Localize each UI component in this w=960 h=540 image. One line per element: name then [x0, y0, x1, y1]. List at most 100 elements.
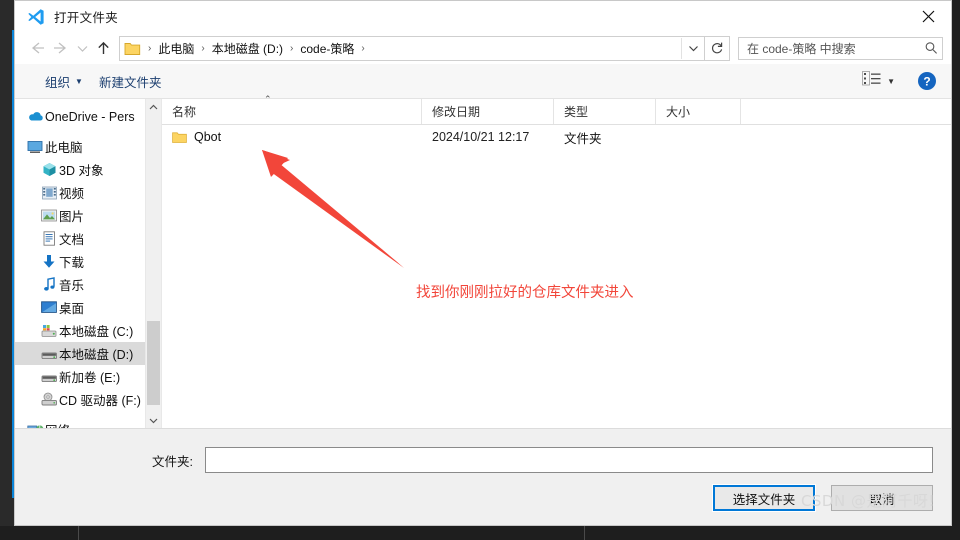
close-button[interactable] [905, 1, 951, 32]
help-icon[interactable]: ? [917, 71, 937, 91]
refresh-icon[interactable] [705, 35, 730, 61]
table-row[interactable]: Qbot 2024/10/21 12:17 文件夹 [162, 125, 951, 149]
sidebar-item-documents[interactable]: 文档 [15, 227, 161, 250]
cancel-button[interactable]: 取消 [831, 485, 933, 511]
organize-menu-button[interactable]: 组织 ▼ [37, 68, 91, 95]
file-name-text: Qbot [194, 130, 222, 144]
sidebar-item-network[interactable]: 网络 [15, 418, 161, 428]
folder-name-input[interactable] [205, 447, 933, 473]
folder-icon [124, 41, 141, 56]
sidebar-item-label: 视频 [59, 187, 85, 201]
screen: 打开文件夹 › 此电脑 › 本地磁盘 (D:) › code-策略 › 在 co… [0, 0, 960, 540]
videos-icon [39, 186, 59, 200]
column-header-name[interactable]: 名称 ⌃ [162, 94, 422, 124]
sidebar-group-gap-2 [15, 411, 161, 418]
scroll-down-icon[interactable] [146, 412, 161, 428]
cd-drive-icon [39, 392, 59, 407]
file-list-pane: 名称 ⌃ 修改日期 类型 大小 Qbot 2024/10/21 12:17 文件… [162, 94, 951, 428]
navigation-pane: OneDrive - Pers 此电脑 3D 对象 视频 图片 文档 下载 音乐… [15, 99, 162, 428]
breadcrumb-chevron-down-icon[interactable] [681, 37, 704, 59]
sidebar-item-label: OneDrive - Pers [45, 109, 135, 124]
sidebar-item-label: 本地磁盘 (C:) [59, 325, 134, 339]
column-header-size[interactable]: 大小 [656, 99, 741, 124]
sidebar-item-pictures[interactable]: 图片 [15, 204, 161, 227]
3d-objects-icon [39, 162, 59, 177]
sidebar-item-label: 3D 对象 [59, 164, 104, 178]
view-chevron-down-icon: ▼ [887, 76, 895, 86]
sidebar-item-3d-objects[interactable]: 3D 对象 [15, 158, 161, 181]
system-drive-icon [39, 324, 59, 338]
sidebar-scrollbar[interactable] [145, 99, 161, 428]
file-rows: Qbot 2024/10/21 12:17 文件夹 [162, 125, 951, 428]
folder-name-label: 文件夹: [152, 454, 193, 469]
window-title: 打开文件夹 [54, 11, 119, 25]
title-bar: 打开文件夹 [15, 1, 951, 32]
column-header-type-label: 类型 [564, 105, 589, 119]
sidebar-item-new-volume-e[interactable]: 新加卷 (E:) [15, 365, 161, 388]
sidebar-item-label: 新加卷 (E:) [59, 371, 121, 385]
breadcrumb-separator-1: › [201, 42, 205, 54]
folder-icon [172, 131, 187, 144]
new-folder-label: 新建文件夹 [98, 75, 162, 90]
sidebar-item-downloads[interactable]: 下载 [15, 250, 161, 273]
file-name-cell: Qbot [162, 130, 422, 144]
up-arrow-icon[interactable] [91, 36, 115, 60]
chevron-down-icon: ▼ [75, 76, 83, 86]
file-type-cell: 文件夹 [564, 131, 602, 146]
folder-name-row: 文件夹: [15, 447, 951, 473]
column-header-type[interactable]: 类型 [554, 99, 656, 124]
recent-locations-chevron-down-icon[interactable] [73, 36, 91, 60]
drive-icon [39, 370, 59, 384]
sidebar-item-label: 音乐 [59, 279, 85, 293]
sidebar-item-videos[interactable]: 视频 [15, 181, 161, 204]
sidebar-item-onedrive[interactable]: OneDrive - Pers [15, 105, 161, 128]
this-pc-monitor-icon [25, 140, 45, 154]
dialog-body: OneDrive - Pers 此电脑 3D 对象 视频 图片 文档 下载 音乐… [15, 94, 951, 428]
sidebar-item-desktop[interactable]: 桌面 [15, 296, 161, 319]
forward-arrow-icon[interactable] [49, 36, 73, 60]
sidebar-item-cd-drive-f[interactable]: CD 驱动器 (F:) [15, 388, 161, 411]
footer-button-row: 选择文件夹 取消 [712, 484, 933, 512]
downloads-icon [39, 254, 59, 269]
status-bar-divider-2 [584, 526, 585, 540]
documents-icon [39, 231, 59, 246]
sidebar-item-this-pc[interactable]: 此电脑 [15, 135, 161, 158]
view-mode-button[interactable]: ▼ [856, 68, 901, 94]
breadcrumb[interactable]: › 此电脑 › 本地磁盘 (D:) › code-策略 › [119, 35, 705, 61]
breadcrumb-separator-0: › [148, 42, 152, 54]
open-folder-dialog: 打开文件夹 › 此电脑 › 本地磁盘 (D:) › code-策略 › 在 co… [14, 0, 952, 526]
svg-text:?: ? [923, 75, 930, 89]
column-header-date[interactable]: 修改日期 [422, 99, 554, 124]
breadcrumb-separator-2: › [290, 42, 294, 54]
column-header-date-label: 修改日期 [432, 105, 481, 119]
sidebar-item-label: 此电脑 [45, 141, 83, 155]
desktop-icon [39, 301, 59, 314]
scroll-up-icon[interactable] [146, 99, 161, 115]
breadcrumb-separator-3: › [361, 42, 365, 54]
sort-ascending-icon: ⌃ [264, 94, 272, 104]
sidebar-item-label: 网络 [45, 420, 70, 428]
new-folder-button[interactable]: 新建文件夹 [91, 68, 170, 95]
column-header-row: 名称 ⌃ 修改日期 类型 大小 [162, 94, 951, 125]
sidebar-scroll-thumb[interactable] [147, 321, 160, 405]
breadcrumb-item-1[interactable]: 本地磁盘 (D:) [210, 40, 285, 57]
address-bar: › 此电脑 › 本地磁盘 (D:) › code-策略 › 在 code-策略 … [15, 32, 951, 64]
breadcrumb-item-2[interactable]: code-策略 [298, 40, 356, 57]
search-placeholder: 在 code-策略 中搜索 [747, 41, 856, 56]
organize-label: 组织 [45, 75, 71, 90]
sidebar-item-music[interactable]: 音乐 [15, 273, 161, 296]
select-folder-button[interactable]: 选择文件夹 [712, 484, 816, 512]
vscode-background-right-strip [952, 0, 960, 540]
command-bar: 组织 ▼ 新建文件夹 ▼ ? [15, 64, 951, 99]
sidebar-item-label: CD 驱动器 (F:) [59, 394, 141, 408]
back-arrow-icon[interactable] [25, 36, 49, 60]
search-input[interactable]: 在 code-策略 中搜索 [738, 36, 943, 60]
music-icon [39, 277, 59, 292]
sidebar-item-label: 文档 [59, 233, 85, 247]
file-date-cell: 2024/10/21 12:17 [432, 130, 530, 144]
sidebar-item-local-disk-d[interactable]: 本地磁盘 (D:) [15, 342, 161, 365]
onedrive-cloud-icon [25, 110, 45, 123]
sidebar-item-local-disk-c[interactable]: 本地磁盘 (C:) [15, 319, 161, 342]
breadcrumb-item-0[interactable]: 此电脑 [156, 40, 196, 57]
